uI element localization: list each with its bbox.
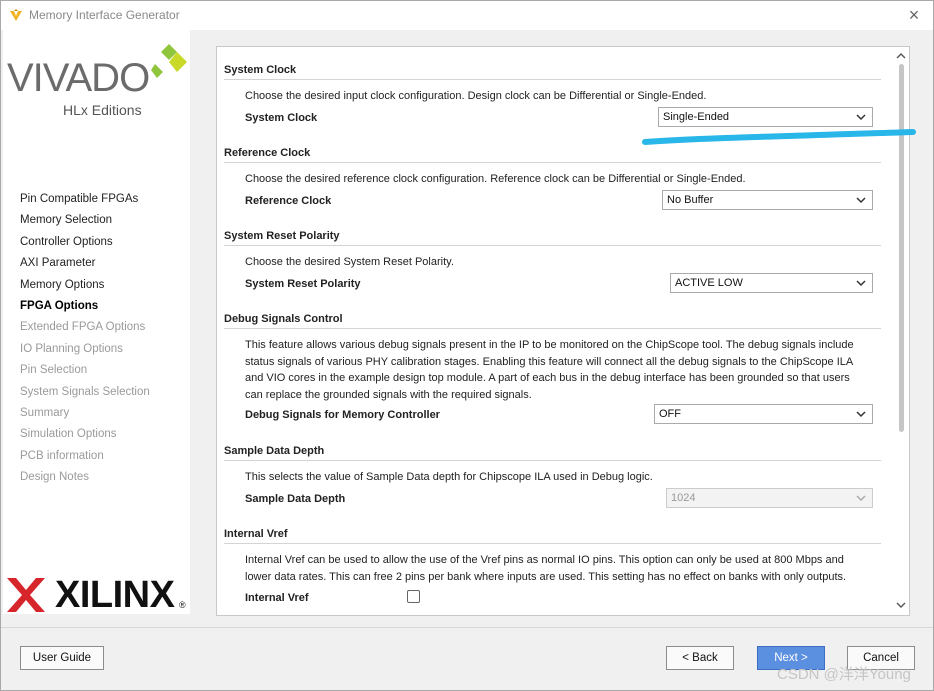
- step-pin-compatible[interactable]: Pin Compatible FPGAs: [20, 192, 150, 213]
- step-extended-fpga-options: Extended FPGA Options: [20, 321, 146, 334]
- title-bar: Memory Interface Generator ×: [1, 1, 933, 30]
- divider: [224, 79, 881, 80]
- xilinx-wordmark: XILINX: [55, 574, 175, 616]
- chevron-down-icon: [856, 114, 866, 121]
- vref-desc-line: Internal Vref can be used to allow the u…: [245, 554, 844, 566]
- debug-signals-value: OFF: [659, 408, 681, 420]
- internal-vref-checkbox[interactable]: [407, 590, 420, 603]
- step-pin-selection: Pin Selection: [20, 364, 88, 377]
- reset-polarity-label: System Reset Polarity: [245, 278, 361, 290]
- reset-polarity-value: ACTIVE LOW: [675, 277, 743, 289]
- step-simulation-options: Simulation Options: [20, 428, 117, 441]
- chevron-down-icon: [856, 411, 866, 418]
- section-title-debug-signals: Debug Signals Control: [224, 313, 343, 325]
- step-summary: Summary: [20, 406, 70, 419]
- footer-divider: [1, 627, 933, 628]
- sample-depth-label: Sample Data Depth: [245, 493, 346, 505]
- scroll-thumb[interactable]: [899, 64, 904, 432]
- debug-desc-line: status signals of various PHY calibratio…: [245, 355, 854, 368]
- mig-window: Memory Interface Generator × VIVADO HLx …: [0, 0, 934, 691]
- xilinx-x-icon: [7, 578, 45, 612]
- debug-signals-label: Debug Signals for Memory Controller: [245, 409, 440, 421]
- step-controller-options[interactable]: Controller Options: [20, 235, 150, 256]
- scroll-up-icon[interactable]: [894, 50, 908, 62]
- reference-clock-value: No Buffer: [667, 194, 714, 206]
- reset-polarity-dropdown[interactable]: ACTIVE LOW: [670, 273, 873, 293]
- xilinx-logo: XILINX ®: [7, 574, 189, 616]
- sidebar: VIVADO HLx Editions Pin Compatible FPGAs…: [3, 30, 190, 616]
- divider: [224, 460, 881, 461]
- reference-clock-description: Choose the desired reference clock confi…: [245, 173, 746, 185]
- step-system-signals-selection: System Signals Selection: [20, 385, 150, 398]
- step-io-planning-options: IO Planning Options: [20, 342, 123, 355]
- debug-desc-line: and VIO cores in the example design top …: [245, 372, 850, 384]
- vivado-app-icon: [10, 9, 22, 21]
- vivado-leaf-icon: [151, 44, 187, 78]
- chevron-down-icon: [856, 280, 866, 287]
- back-button[interactable]: < Back: [666, 646, 734, 670]
- scroll-down-icon[interactable]: [894, 599, 908, 611]
- vref-desc-line: lower data rates. This can free 2 pins p…: [245, 570, 847, 583]
- system-clock-dropdown[interactable]: Single-Ended: [658, 107, 873, 127]
- debug-desc-line: can replace the grounded signals with th…: [245, 388, 532, 401]
- internal-vref-label: Internal Vref: [245, 592, 309, 604]
- reference-clock-dropdown[interactable]: No Buffer: [662, 190, 873, 210]
- system-clock-description: Choose the desired input clock configura…: [245, 90, 707, 102]
- window-title: Memory Interface Generator: [29, 8, 180, 22]
- divider: [224, 162, 881, 163]
- annotation-highlight-stroke: [642, 129, 916, 145]
- step-design-notes: Design Notes: [20, 471, 90, 484]
- section-title-reference-clock: Reference Clock: [224, 147, 311, 159]
- section-title-sample-depth: Sample Data Depth: [224, 445, 325, 457]
- step-pcb-information: PCB information: [20, 449, 104, 462]
- registered-mark: ®: [179, 600, 186, 610]
- system-clock-label: System Clock: [245, 112, 318, 124]
- chevron-down-icon: [856, 197, 866, 204]
- sample-depth-description: This selects the value of Sample Data de…: [245, 471, 653, 483]
- sample-depth-dropdown: 1024: [666, 488, 873, 508]
- step-memory-options[interactable]: Memory Options: [20, 278, 150, 299]
- close-icon[interactable]: ×: [905, 6, 923, 24]
- chevron-down-icon: [856, 495, 866, 502]
- sample-depth-value: 1024: [671, 492, 696, 504]
- section-title-reset-polarity: System Reset Polarity: [224, 230, 340, 242]
- system-clock-value: Single-Ended: [663, 111, 730, 123]
- reset-polarity-description: Choose the desired System Reset Polarity…: [245, 256, 454, 268]
- internal-vref-description: Internal Vref can be used to allow the u…: [245, 552, 875, 585]
- step-axi-parameter[interactable]: AXI Parameter: [20, 256, 150, 277]
- divider: [224, 245, 881, 246]
- watermark: CSDN @洋洋Young: [777, 666, 911, 683]
- debug-signals-dropdown[interactable]: OFF: [654, 404, 873, 424]
- divider: [224, 543, 881, 544]
- divider: [224, 328, 881, 329]
- hlx-editions: HLx Editions: [63, 102, 142, 118]
- step-fpga-options[interactable]: FPGA Options: [20, 299, 150, 320]
- debug-desc-line: This feature allows various debug signal…: [245, 339, 854, 351]
- section-title-system-clock: System Clock: [224, 64, 297, 76]
- section-title-internal-vref: Internal Vref: [224, 528, 288, 540]
- reference-clock-label: Reference Clock: [245, 195, 332, 207]
- wizard-steps: Pin Compatible FPGAs Memory Selection Co…: [20, 192, 150, 491]
- vivado-wordmark: VIVADO: [7, 56, 150, 100]
- vivado-logo: VIVADO HLx Editions: [7, 42, 189, 122]
- debug-signals-description: This feature allows various debug signal…: [245, 337, 875, 403]
- user-guide-button[interactable]: User Guide: [20, 646, 104, 670]
- step-memory-selection[interactable]: Memory Selection: [20, 213, 150, 234]
